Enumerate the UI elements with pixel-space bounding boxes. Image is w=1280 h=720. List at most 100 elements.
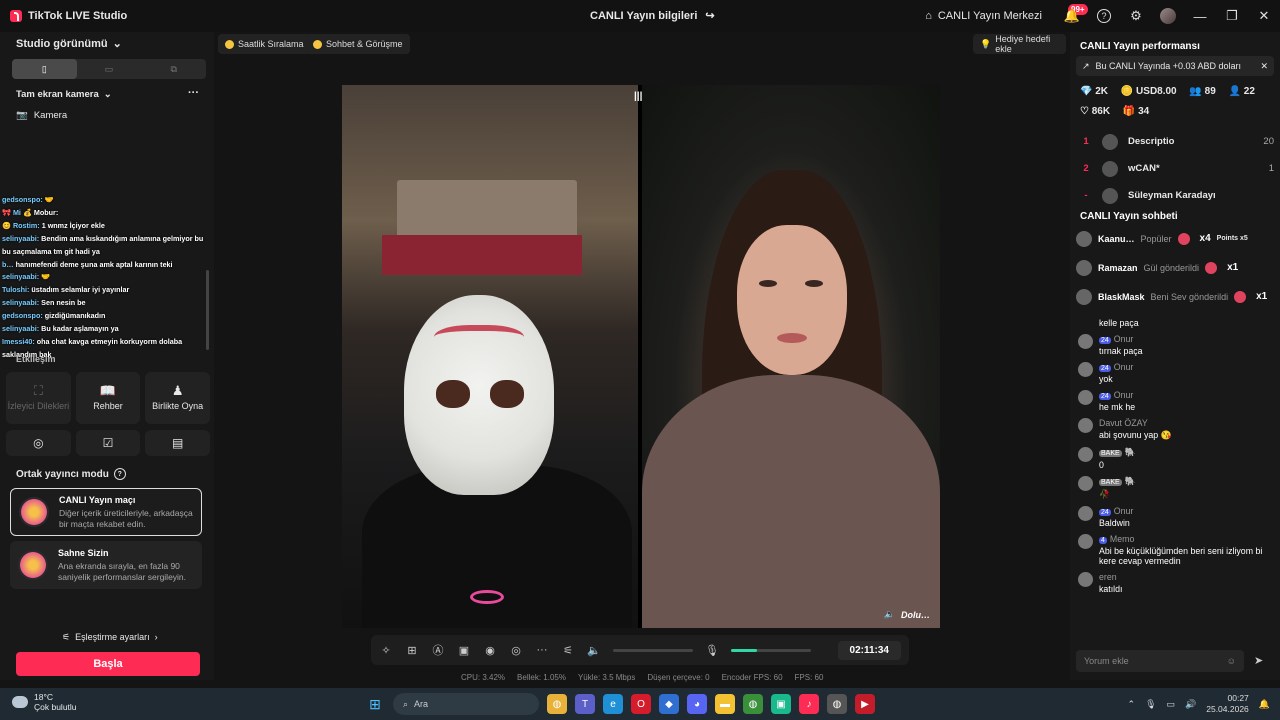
display-icon[interactable]: ▭ <box>1167 699 1176 710</box>
fullscreen-camera-dropdown[interactable]: Tam ekran kamera ⌄ <box>16 89 112 100</box>
chat-message[interactable]: 4 Memo Abi be küçüklüğümden beri seni izli… <box>1078 534 1274 566</box>
layout-icon[interactable]: ⧉ <box>141 59 206 79</box>
microphone-icon[interactable]: 🎙 <box>705 644 719 657</box>
hourly-ranking-pill[interactable]: Saatlik Sıralama <box>218 34 311 54</box>
tile-play-together[interactable]: ♟ Birlikte Oyna <box>145 372 211 424</box>
notification-icon[interactable]: 🔔 <box>1259 699 1270 710</box>
microphone-icon[interactable]: 🎙 <box>1145 699 1156 710</box>
message-text: Baldwin <box>1099 518 1130 528</box>
more-icon[interactable]: ··· <box>535 644 549 656</box>
microphone-light <box>470 590 504 604</box>
tiktok-logo-icon <box>10 10 22 22</box>
close-button[interactable]: ✕ <box>1248 0 1280 32</box>
stream-preview[interactable]: ||| 🔈 Dolu… <box>342 85 940 628</box>
chat-call-pill[interactable]: Sohbet & Görüşme <box>306 34 410 54</box>
chat-message[interactable]: kelle paça <box>1078 316 1274 328</box>
rank-name: Descriptio <box>1128 136 1175 147</box>
volume-icon[interactable]: 🔈 <box>587 644 601 657</box>
target-icon[interactable]: ◎ <box>6 430 71 456</box>
emoji-icon[interactable]: ☺ <box>1227 656 1236 666</box>
edge-icon[interactable]: e <box>603 694 623 714</box>
avatar <box>1078 534 1093 549</box>
overlay-message: selinyaabi: 🤝 <box>2 271 206 284</box>
gear-icon[interactable]: ⚙ <box>1120 0 1152 32</box>
comment-input[interactable]: Yorum ekle ☺ <box>1076 650 1244 672</box>
gift-user: BlaskMask <box>1098 291 1145 302</box>
opera-icon[interactable]: O <box>631 694 651 714</box>
help-icon[interactable]: ? <box>1088 0 1120 32</box>
overlay-message: selinyaabi: Bu kadar aşlamayın ya <box>2 323 206 336</box>
tile-viewer-wishes[interactable]: ⛶ İzleyici Dilekleri <box>6 372 71 424</box>
taskbar-search[interactable]: ⌕ Ara <box>393 693 539 715</box>
ai-icon[interactable]: Ⓐ <box>431 642 445 658</box>
bell-icon[interactable]: 🔔 <box>1056 0 1088 32</box>
mic-slider[interactable] <box>731 648 811 652</box>
help-icon[interactable]: ? <box>113 468 126 480</box>
restore-button[interactable]: ❐ <box>1216 0 1248 32</box>
weather-widget[interactable]: 18°C Çok bulutlu <box>12 692 77 712</box>
chrome-alt-icon[interactable]: ◍ <box>827 694 847 714</box>
guide-icon: 📖 <box>99 382 117 398</box>
capture-icon[interactable]: ◎ <box>509 644 523 657</box>
live-info-button[interactable]: CANLI Yayın bilgileri ↪ <box>590 9 715 23</box>
ranking-row[interactable]: - Süleyman Karadayı <box>1080 182 1274 209</box>
chat-message[interactable]: 24 Onur tırnak paça <box>1078 334 1274 356</box>
record-icon[interactable]: ◉ <box>483 644 497 657</box>
gift-goal-pill[interactable]: 💡 Hediye hedefi ekle <box>973 34 1066 54</box>
inbox-icon[interactable]: ▤ <box>145 430 211 456</box>
chat-message[interactable]: 24 Onur he mk he <box>1078 390 1274 412</box>
tile-guide[interactable]: 📖 Rehber <box>75 372 141 424</box>
youtube-icon[interactable]: ▶ <box>855 694 875 714</box>
message-header: BAKE 🐘 <box>1099 447 1136 458</box>
message-header: eren <box>1099 572 1122 582</box>
chat-message[interactable]: 24 Onur Baldwin <box>1078 506 1274 528</box>
chat-message[interactable]: Davut ÖZAY abi şovunu yap 😘 <box>1078 418 1274 441</box>
chrome-icon[interactable]: ◍ <box>547 694 567 714</box>
chat-message[interactable]: eren katıldı <box>1078 572 1274 594</box>
folder-icon[interactable]: ▬ <box>715 694 735 714</box>
store-icon[interactable]: ◆ <box>659 694 679 714</box>
ranking-row[interactable]: 2 wCAN* 1 <box>1080 155 1274 182</box>
message-body: BAKE 🐘 🥀 <box>1099 476 1136 500</box>
studio-view-dropdown[interactable]: Studio görünümü ⌄ <box>16 37 122 51</box>
overlay-message: selinyaabi: Sen nesin be <box>2 297 206 310</box>
discord-icon[interactable]: ◕ <box>687 694 707 714</box>
checklist-icon[interactable]: ☑ <box>75 430 141 456</box>
volume-slider[interactable] <box>613 648 693 652</box>
profile-avatar[interactable] <box>1152 0 1184 32</box>
match-settings-link[interactable]: ⚟ Eşleştirme ayarları › <box>62 632 158 643</box>
screen-icon[interactable]: ▣ <box>457 644 471 657</box>
camera-label: Kamera <box>33 110 68 121</box>
start-button[interactable]: Başla <box>16 652 200 676</box>
mixer-icon[interactable]: ⚟ <box>561 644 575 657</box>
chat-message[interactable]: BAKE 🐘 0 <box>1078 447 1274 470</box>
landscape-icon[interactable]: ▭ <box>77 59 142 79</box>
live-match-card[interactable]: CANLI Yayın maçı Diğer içerik üreticileri… <box>10 488 202 536</box>
camera-source[interactable]: 📷 Kamera <box>16 110 67 121</box>
chat-message[interactable]: 24 Onur yok <box>1078 362 1274 384</box>
minimize-button[interactable]: — <box>1184 0 1216 32</box>
magic-wand-icon[interactable]: ✧ <box>379 644 393 657</box>
avatar <box>1076 230 1092 247</box>
ranking-row[interactable]: 1 Descriptio 20 <box>1080 128 1274 155</box>
tiktok-icon[interactable]: ♪ <box>799 694 819 714</box>
live-center-button[interactable]: ⌂ CANLI Yayın Merkezi <box>925 10 1042 22</box>
app-icon[interactable]: ▣ <box>771 694 791 714</box>
portrait-icon[interactable]: ▯ <box>12 59 77 79</box>
volume-icon[interactable]: 🔊 <box>1185 699 1196 710</box>
close-icon[interactable]: ✕ <box>1260 61 1268 72</box>
windows-start-icon[interactable]: ⊞ <box>365 694 385 714</box>
level-badge: 4 <box>1099 537 1107 544</box>
chat-message[interactable]: BAKE 🐘 🥀 <box>1078 476 1274 500</box>
chrome-profile-icon[interactable]: ◍ <box>743 694 763 714</box>
send-icon[interactable]: ➤ <box>1254 654 1263 667</box>
more-icon[interactable]: ··· <box>188 87 199 99</box>
clock[interactable]: 00:27 25.04.2026 <box>1206 693 1249 715</box>
add-source-icon[interactable]: ⊞ <box>405 644 419 657</box>
avatar-placeholder <box>1078 316 1093 328</box>
chevron-up-icon[interactable]: ⌃ <box>1128 699 1136 710</box>
skull-mask <box>404 295 554 495</box>
scrollbar[interactable] <box>206 270 209 350</box>
teams-icon[interactable]: T <box>575 694 595 714</box>
stage-card[interactable]: Sahne Sizin Ana ekranda sırayla, en fazla… <box>10 541 202 589</box>
